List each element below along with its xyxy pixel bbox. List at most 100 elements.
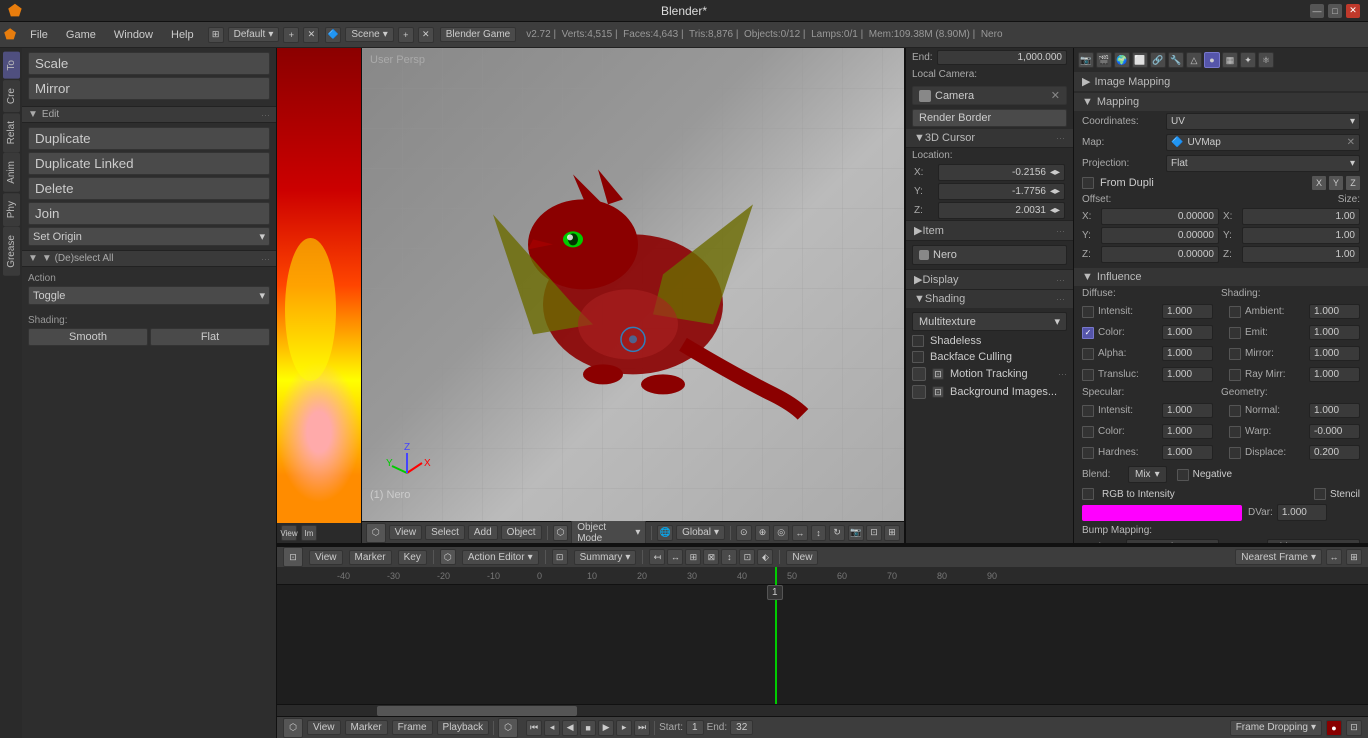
snap-icon[interactable]: ⊙ — [736, 525, 752, 541]
intensit-check[interactable] — [1082, 306, 1094, 318]
pb-frame-btn[interactable]: Frame — [392, 720, 433, 735]
pb-icon-prev[interactable]: ◂ — [544, 720, 560, 736]
pb-playback-btn[interactable]: Playback — [437, 720, 490, 735]
stencil-check[interactable] — [1314, 488, 1326, 500]
tl-icon4[interactable]: ⊠ — [703, 549, 719, 565]
minimize-button[interactable]: — — [1310, 4, 1324, 18]
frame-dropping-dropdown[interactable]: Frame Dropping ▾ — [1230, 720, 1322, 736]
modifier-prop-icon[interactable]: 🔧 — [1168, 52, 1184, 68]
y-value[interactable]: -1.7756 ◂▸ — [938, 183, 1065, 200]
pb-icon-play[interactable]: ▶ — [598, 720, 614, 736]
shading-mode-dropdown[interactable]: Multitexture ▾ — [912, 312, 1067, 331]
prop-icon[interactable]: ◎ — [773, 525, 789, 541]
specintens-value[interactable]: 1.000 — [1162, 403, 1213, 418]
tab-phy[interactable]: Phy — [3, 193, 20, 226]
tab-to[interactable]: To — [3, 52, 20, 79]
tl-icon5[interactable]: ↕ — [721, 549, 737, 565]
scrollbar-thumb[interactable] — [377, 706, 577, 716]
displace-check[interactable] — [1229, 447, 1241, 459]
offset-y-value[interactable]: 0.00000 — [1101, 227, 1219, 244]
alpha-value[interactable]: 1.000 — [1162, 346, 1213, 361]
ambient-value[interactable]: 1.000 — [1309, 304, 1360, 319]
mapping-header[interactable]: ▼ Mapping — [1074, 93, 1368, 111]
constraint-prop-icon[interactable]: 🔗 — [1150, 52, 1166, 68]
tl-icon2[interactable]: ↔ — [667, 549, 683, 565]
close-button[interactable]: ✕ — [1346, 4, 1360, 18]
pb-extra-icon[interactable]: ⊡ — [1346, 720, 1362, 736]
engine-dropdown[interactable]: Blender Game — [440, 27, 516, 42]
hardness-value[interactable]: 1.000 — [1162, 445, 1213, 460]
map-dropdown[interactable]: 🔷 UVMap ✕ — [1166, 134, 1360, 151]
pb-marker-btn[interactable]: Marker — [345, 720, 388, 735]
proj-dropdown[interactable]: Flat ▾ — [1166, 155, 1360, 172]
raymirr-check[interactable] — [1229, 369, 1241, 381]
game-menu[interactable]: Game — [58, 27, 104, 43]
tl-right1[interactable]: ↔ — [1326, 549, 1342, 565]
h-scrollbar[interactable] — [277, 704, 1368, 716]
pb-icon-stop[interactable]: ■ — [580, 720, 596, 736]
start-value[interactable]: 1 — [686, 720, 704, 735]
new-btn[interactable]: New — [786, 550, 818, 565]
view-menu[interactable]: View — [389, 525, 423, 540]
render-border-button[interactable]: Render Border — [912, 109, 1067, 127]
speccolor-check[interactable] — [1082, 426, 1094, 438]
tl-icon6[interactable]: ⊡ — [739, 549, 755, 565]
influence-header[interactable]: ▼ Influence — [1074, 268, 1368, 286]
item-header[interactable]: ▶ Item ··· — [906, 220, 1073, 241]
add-menu[interactable]: Add — [468, 525, 498, 540]
alpha-check[interactable] — [1082, 348, 1094, 360]
delete-button[interactable]: Delete — [28, 177, 270, 200]
bg-checkbox[interactable] — [912, 385, 926, 399]
workspace-close[interactable]: ✕ — [303, 27, 319, 43]
help-menu[interactable]: Help — [163, 27, 202, 43]
z-value[interactable]: 2.0031 ◂▸ — [938, 202, 1065, 219]
render-prop-icon[interactable]: 📷 — [1078, 52, 1094, 68]
transluc-value[interactable]: 1.000 — [1162, 367, 1213, 382]
shadeless-checkbox[interactable] — [912, 335, 924, 347]
color-swatch[interactable] — [1082, 505, 1242, 521]
tl-key-btn[interactable]: Key — [398, 550, 427, 565]
item-name-field[interactable]: Nero — [912, 245, 1067, 265]
image-mapping-header[interactable]: ▶ Image Mapping — [1074, 72, 1368, 91]
im-button[interactable]: Im — [301, 525, 317, 541]
color-check[interactable] — [1082, 327, 1094, 339]
tl-icon1[interactable]: ↤ — [649, 549, 665, 565]
cursor-3d-header[interactable]: ▼ 3D Cursor ··· — [906, 129, 1073, 148]
color-value[interactable]: 1.000 — [1162, 325, 1213, 340]
pb-icon-jump-end[interactable]: ⏭ — [634, 720, 650, 736]
negative-check[interactable] — [1177, 469, 1189, 481]
render-icon[interactable]: 📷 — [848, 525, 864, 541]
global-dropdown[interactable]: Global ▾ — [676, 525, 725, 540]
timeline-canvas[interactable]: -40 -30 -20 -10 0 10 20 30 40 50 60 70 8… — [277, 567, 1368, 704]
tab-grease[interactable]: Grease — [3, 227, 20, 276]
tab-relat[interactable]: Relat — [3, 113, 20, 152]
join-button[interactable]: Join — [28, 202, 270, 225]
object-menu[interactable]: Object — [501, 525, 542, 540]
rgb-check[interactable] — [1082, 488, 1094, 500]
warp-value[interactable]: -0.000 — [1309, 424, 1360, 439]
overlay-icon[interactable]: ⊡ — [866, 525, 882, 541]
nearest-frame-dropdown[interactable]: Nearest Frame ▾ — [1235, 549, 1322, 565]
ambient-check[interactable] — [1229, 306, 1241, 318]
mirror-check[interactable] — [1229, 348, 1241, 360]
workspace-dropdown[interactable]: Default ▾ — [228, 27, 280, 42]
scene-prop-icon[interactable]: 🎬 — [1096, 52, 1112, 68]
workspace-icon[interactable]: ⊞ — [208, 27, 224, 43]
tl-right2[interactable]: ⊞ — [1346, 549, 1362, 565]
map-close[interactable]: ✕ — [1347, 137, 1355, 148]
blend-dropdown[interactable]: Mix ▾ — [1128, 466, 1167, 483]
hardness-check[interactable] — [1082, 447, 1094, 459]
y-button[interactable]: Y — [1329, 176, 1343, 190]
scene-icon[interactable]: 🔷 — [325, 27, 341, 43]
pb-icon-play-back[interactable]: ◀ — [562, 720, 578, 736]
pb-icon-jump-start[interactable]: ⏮ — [526, 720, 542, 736]
size-x-value[interactable]: 1.00 — [1242, 208, 1360, 225]
pb-icon-next[interactable]: ▸ — [616, 720, 632, 736]
particle-prop-icon[interactable]: ✦ — [1240, 52, 1256, 68]
scene-dropdown[interactable]: Scene ▾ — [345, 27, 393, 42]
smooth-button[interactable]: Smooth — [28, 328, 148, 346]
pb-view-btn[interactable]: View — [307, 720, 341, 735]
set-origin-dropdown[interactable]: Set Origin ▾ — [28, 227, 270, 246]
mirror-value[interactable]: 1.000 — [1309, 346, 1360, 361]
toggle-dropdown[interactable]: Toggle ▾ — [28, 286, 270, 305]
